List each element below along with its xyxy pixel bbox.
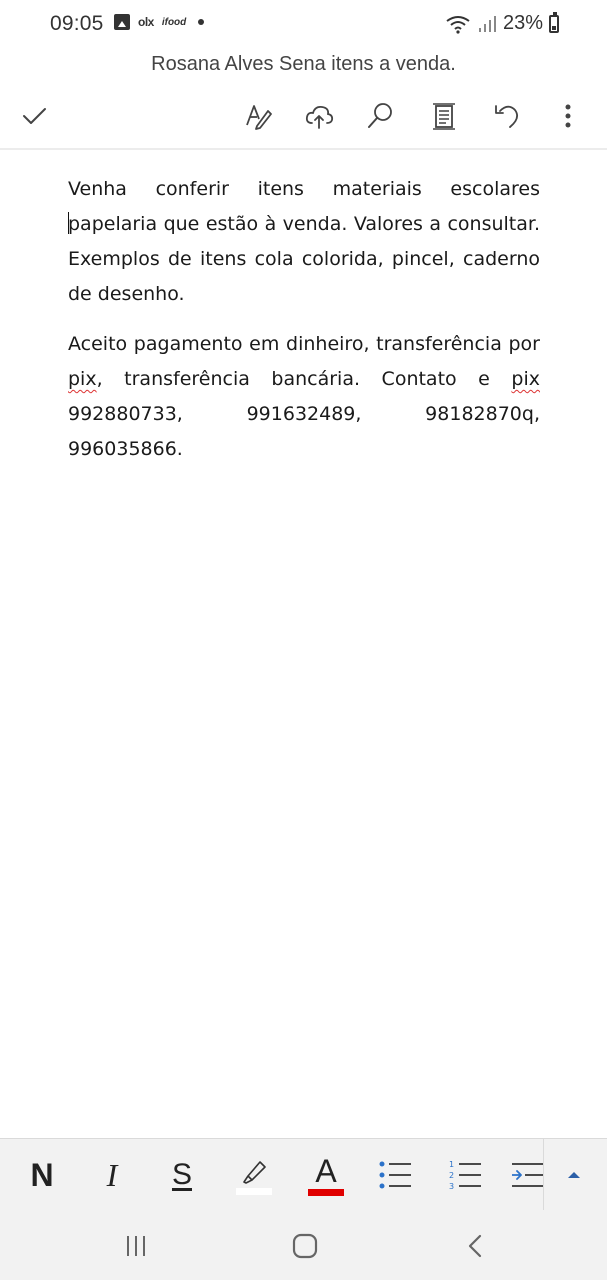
indent-button[interactable] [512,1149,544,1201]
paragraph-2-end: 992880733, 991632489, 98182870q, 9960358… [68,403,540,460]
battery-icon [549,11,559,33]
numbered-list-button[interactable]: 1 2 3 [444,1149,488,1201]
italic-button[interactable]: I [94,1149,130,1201]
font-color-letter: A [315,1152,337,1189]
spellcheck-word-pix[interactable]: pix [68,368,97,390]
paragraph-2-start: Aceito pagamento em dinheiro, transferên… [68,333,540,355]
search-icon[interactable] [360,96,400,136]
check-icon[interactable] [14,96,54,136]
olx-icon: olx [138,15,154,29]
top-toolbar [0,90,607,142]
page-view-icon[interactable] [424,96,464,136]
bullet-list-icon [379,1161,411,1189]
format-bar-divider [543,1139,544,1211]
battery-percent: 23% [502,12,543,34]
underline-button[interactable]: S [164,1149,200,1201]
more-vertical-icon[interactable] [548,96,588,136]
document-body[interactable]: Venha conferir itens materiais escolares… [68,172,540,482]
indent-icon [512,1163,543,1187]
format-toolbar: N I S A 1 2 3 [0,1138,607,1211]
dot-icon [198,19,205,25]
paragraph-1[interactable]: Venha conferir itens materiais escolares… [68,172,540,312]
svg-text:2: 2 [449,1171,454,1180]
gallery-icon [114,14,130,30]
paragraph-2-middle: , transferência bancária. Contato e [96,368,512,390]
document-title: Rosana Alves Sena itens a venda. [151,53,456,75]
caret-up-icon [568,1172,580,1178]
toolbar-divider [0,148,607,150]
navigation-bar [0,1210,607,1280]
bullet-list-button[interactable] [374,1149,418,1201]
undo-icon[interactable] [486,96,526,136]
cloud-upload-icon[interactable] [299,96,339,136]
font-color-swatch [308,1188,344,1196]
expand-toolbar-button[interactable] [556,1149,592,1201]
paragraph-2[interactable]: Aceito pagamento em dinheiro, transferên… [68,327,540,467]
status-right: 23% [445,11,559,35]
status-bar: 09:05 olx ifood 23% [0,0,607,48]
svg-text:1: 1 [449,1160,454,1169]
highlight-button[interactable] [232,1149,276,1201]
wifi-icon [446,15,470,34]
back-icon[interactable] [456,1228,496,1264]
notification-icons: olx ifood [114,14,205,30]
numbered-list-icon: 1 2 3 [449,1160,481,1191]
bold-button[interactable]: N [24,1149,60,1201]
svg-text:3: 3 [449,1182,454,1191]
spellcheck-word-pix[interactable]: pix [511,368,540,390]
highlight-color-swatch [236,1187,272,1195]
recents-icon[interactable] [116,1228,156,1264]
paragraph-1-line-1: Venha conferir itens materiais escolares [68,178,540,200]
home-icon[interactable] [285,1228,325,1264]
ifood-icon: ifood [161,16,187,28]
status-time: 09:05 [50,12,104,35]
font-color-button[interactable]: A [304,1149,348,1201]
format-pen-icon[interactable] [238,96,278,136]
paragraph-1-rest: papelaria que estão à venda. Valores a c… [68,213,540,305]
signal-icon [478,15,496,32]
highlighter-icon [243,1160,266,1184]
